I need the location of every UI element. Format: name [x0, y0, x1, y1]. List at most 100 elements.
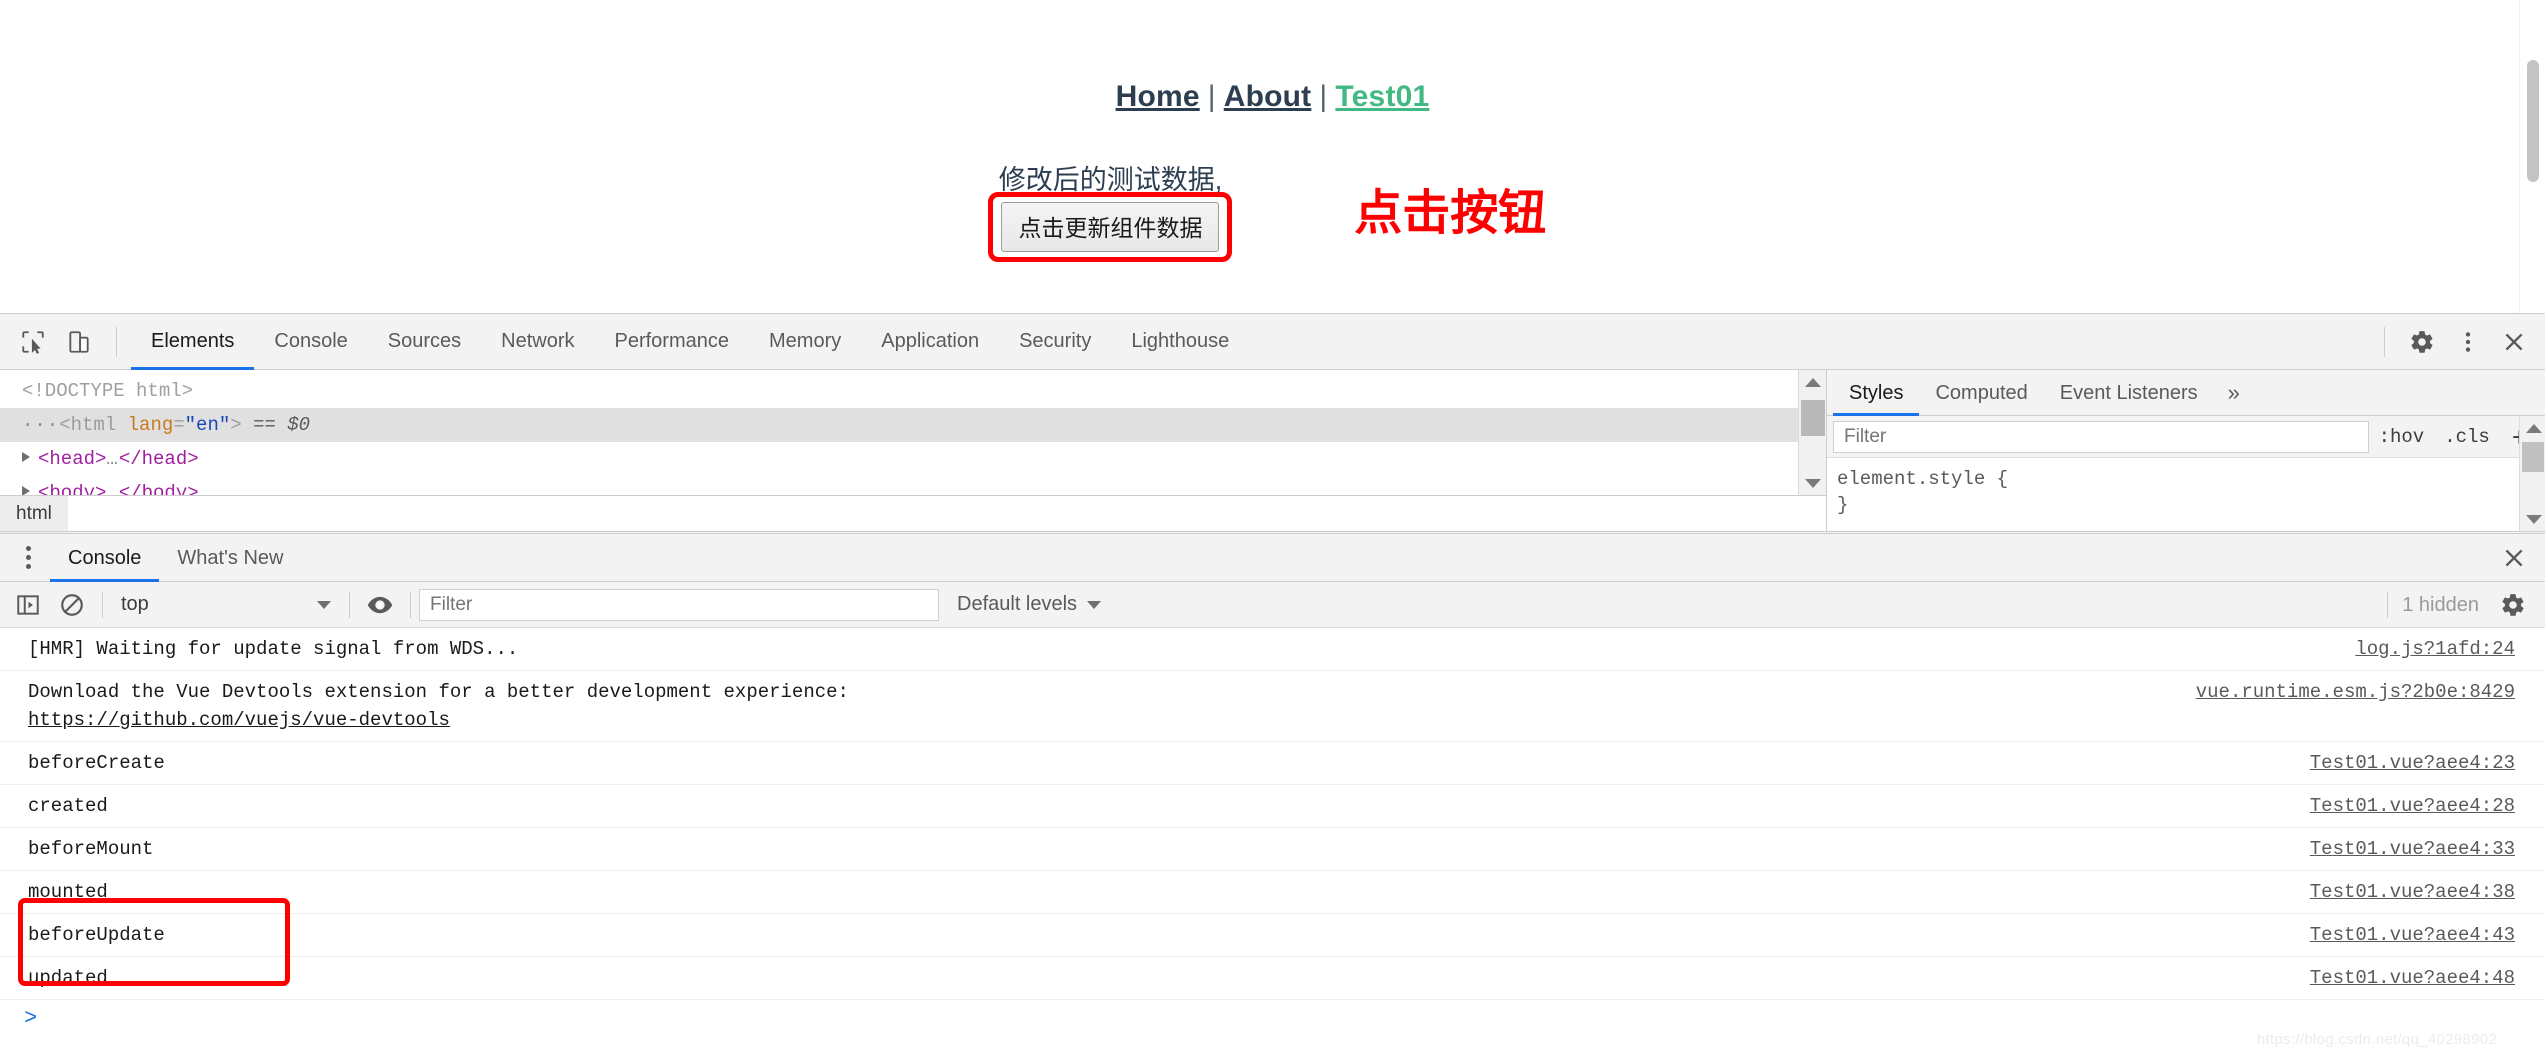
console-message-source[interactable]: Test01.vue?aee4:48 [2310, 964, 2515, 992]
console-toolbar: top Default levels [0, 582, 2545, 628]
nav-link-about[interactable]: About [1224, 80, 1312, 113]
console-message-source[interactable]: log.js?1afd:24 [2355, 635, 2515, 663]
gear-icon[interactable] [2491, 585, 2535, 625]
drawer-close-icon[interactable] [2497, 541, 2531, 575]
scroll-up-arrow-icon[interactable] [2520, 416, 2545, 440]
console-sidebar-icon[interactable] [6, 585, 50, 625]
scroll-down-arrow-icon[interactable] [2520, 507, 2545, 531]
tab-performance[interactable]: Performance [595, 314, 750, 370]
tab-network[interactable]: Network [481, 314, 594, 370]
clear-console-icon[interactable] [50, 585, 94, 625]
dom-html-open: <html [59, 414, 117, 436]
console-log-levels-label: Default levels [957, 593, 1078, 615]
click-button-annotation-text: 点击按钮 [1354, 187, 1547, 240]
styles-tabbar: Styles Computed Event Listeners » [1827, 370, 2545, 416]
kebab-menu-icon[interactable] [2445, 319, 2491, 365]
page-scrollbar-thumb[interactable] [2527, 60, 2539, 182]
console-message[interactable]: beforeCreate Test01.vue?aee4:23 [0, 742, 2545, 785]
tab-lighthouse[interactable]: Lighthouse [1111, 314, 1249, 370]
tab-console[interactable]: Console [254, 314, 367, 370]
console-message[interactable]: beforeUpdate Test01.vue?aee4:43 [0, 914, 2545, 957]
scroll-down-arrow-icon[interactable] [1799, 471, 1826, 495]
tab-elements[interactable]: Elements [131, 314, 255, 370]
console-message[interactable]: created Test01.vue?aee4:28 [0, 785, 2545, 828]
console-message-source[interactable]: Test01.vue?aee4:33 [2310, 835, 2515, 863]
dom-html-close: > [230, 414, 242, 436]
console-message-text: updated [28, 967, 108, 989]
style-rule-close-brace: } [1837, 494, 1849, 516]
styles-scrollbar[interactable] [2519, 416, 2545, 531]
dom-tree-pane[interactable]: <!DOCTYPE html> ···<html lang="en"> == $… [0, 370, 1827, 531]
console-message[interactable]: updated Test01.vue?aee4:48 [0, 957, 2545, 1000]
update-component-data-button[interactable]: 点击更新组件数据 [1001, 201, 1220, 252]
devtools-tab-list: Elements Console Sources Network Perform… [131, 314, 1249, 370]
close-icon[interactable] [2491, 319, 2537, 365]
console-input-prompt[interactable]: > [0, 1000, 2545, 1038]
console-message[interactable]: [HMR] Waiting for update signal from WDS… [0, 628, 2545, 671]
gear-icon[interactable] [2399, 319, 2445, 365]
scroll-up-arrow-icon[interactable] [1799, 370, 1826, 394]
tab-security[interactable]: Security [999, 314, 1111, 370]
devtools-tabbar: Elements Console Sources Network Perform… [0, 314, 2545, 370]
dom-html-attr-value: "en" [184, 414, 231, 436]
drawer-tabbar: Console What's New [0, 534, 2545, 582]
toolbar-divider [410, 591, 411, 618]
live-expression-icon[interactable] [358, 585, 402, 625]
console-message-source[interactable]: Test01.vue?aee4:43 [2310, 921, 2515, 949]
style-rule-selector[interactable]: element.style { [1837, 466, 2545, 492]
toolbar-divider [102, 591, 103, 618]
drawer-menu-icon[interactable] [6, 536, 50, 580]
console-message-text: Download the Vue Devtools extension for … [28, 681, 849, 703]
console-message[interactable]: Download the Vue Devtools extension for … [0, 671, 2545, 742]
console-message-link[interactable]: https://github.com/vuejs/vue-devtools [28, 709, 450, 731]
nav-separator-1: | [1207, 80, 1216, 113]
dom-tree-scrollbar[interactable] [1798, 370, 1826, 495]
breadcrumb-item-html[interactable]: html [0, 495, 68, 531]
console-message[interactable]: beforeMount Test01.vue?aee4:33 [0, 828, 2545, 871]
tab-event-listeners[interactable]: Event Listeners [2044, 370, 2214, 416]
nav-separator-2: | [1319, 80, 1328, 113]
devtools-drawer: Console What's New top Filter Default le… [0, 533, 2545, 1052]
console-message-source[interactable]: Test01.vue?aee4:23 [2310, 749, 2515, 777]
tab-memory[interactable]: Memory [749, 314, 861, 370]
console-toolbar-right: 1 hidden [2379, 582, 2535, 628]
styles-more-tabs-icon[interactable]: » [2214, 370, 2254, 416]
screen-root: Home | About | Test01 修改后的测试数据, 点击更新组件数据 点击按… [0, 0, 2545, 1052]
drawer-tab-console[interactable]: Console [50, 534, 160, 582]
dom-node-head[interactable]: <head>…</head> [0, 442, 1826, 476]
console-message-source[interactable]: vue.runtime.esm.js?2b0e:8429 [2196, 678, 2515, 706]
styles-filter-input[interactable] [1833, 420, 2369, 453]
console-log-levels-selector[interactable]: Default levels [957, 593, 1102, 616]
tab-styles[interactable]: Styles [1833, 370, 1920, 416]
console-message-source[interactable]: Test01.vue?aee4:38 [2310, 878, 2515, 906]
console-context-selector[interactable]: top [111, 588, 341, 622]
device-toolbar-icon[interactable] [56, 319, 102, 365]
tab-application[interactable]: Application [861, 314, 999, 370]
nav-link-home[interactable]: Home [1116, 80, 1200, 113]
drawer-tab-whats-new[interactable]: What's New [159, 534, 301, 582]
styles-filter-bar: :hov .cls + [1827, 416, 2545, 458]
expand-triangle-icon[interactable] [22, 452, 30, 462]
nav-link-test01[interactable]: Test01 [1335, 80, 1429, 113]
console-message-source[interactable]: Test01.vue?aee4:28 [2310, 792, 2515, 820]
chevron-down-icon [1087, 600, 1102, 609]
page-scrollbar[interactable] [2519, 0, 2545, 313]
console-filter-input[interactable] [419, 588, 939, 621]
tab-computed[interactable]: Computed [1919, 370, 2043, 416]
console-message-text: beforeUpdate [28, 924, 165, 946]
console-hidden-count[interactable]: 1 hidden [2402, 594, 2485, 617]
update-button-wrapper: 点击更新组件数据 [988, 191, 1233, 262]
actions-divider [2384, 327, 2385, 357]
console-message[interactable]: mounted Test01.vue?aee4:38 [0, 871, 2545, 914]
web-page-viewport: Home | About | Test01 修改后的测试数据, 点击更新组件数据 点击按… [0, 0, 2545, 313]
toggle-cls-button[interactable]: .cls [2434, 426, 2500, 448]
tab-sources[interactable]: Sources [368, 314, 481, 370]
styles-scrollbar-thumb[interactable] [2522, 442, 2544, 472]
console-message-list[interactable]: [HMR] Waiting for update signal from WDS… [0, 628, 2545, 1052]
dom-head-open: <head> [38, 448, 107, 470]
dom-scrollbar-thumb[interactable] [1801, 400, 1825, 436]
inspect-element-icon[interactable] [10, 319, 56, 365]
watermark: https://blog.csdn.net/qq_40298902 [2256, 1031, 2497, 1048]
toggle-hov-button[interactable]: :hov [2369, 426, 2435, 448]
dom-node-html[interactable]: ···<html lang="en"> == $0 [0, 408, 1826, 442]
